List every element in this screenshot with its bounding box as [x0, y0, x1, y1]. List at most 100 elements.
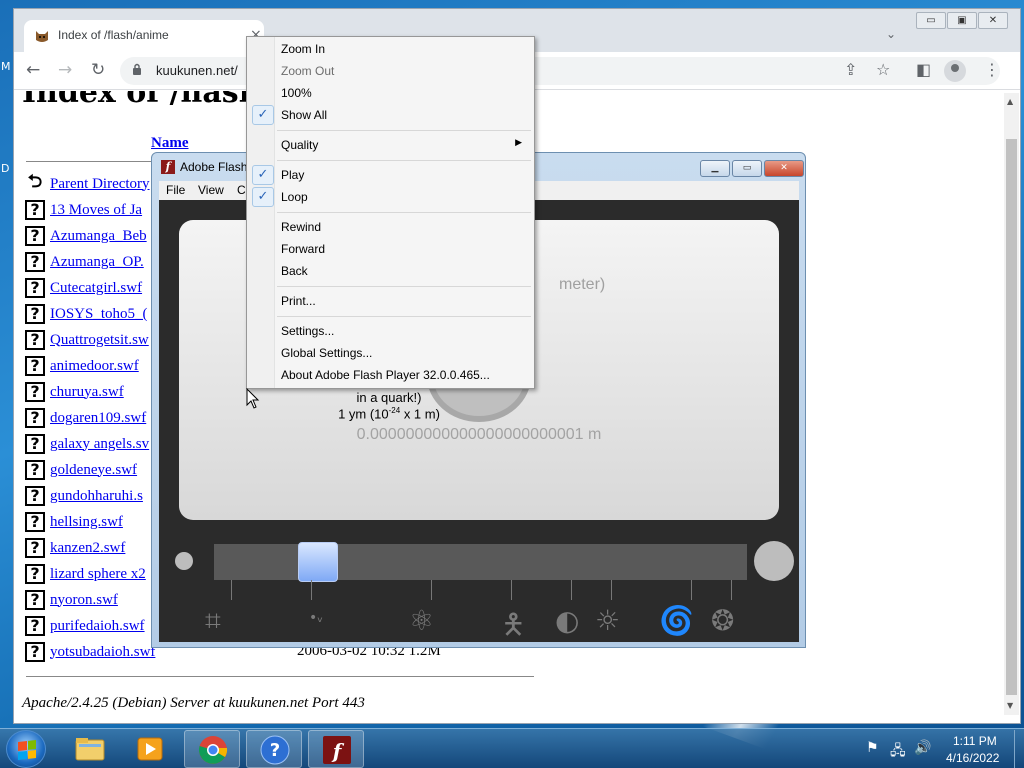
action-center-icon[interactable]: ⚑: [866, 740, 879, 756]
file-link[interactable]: kanzen2.swf: [50, 540, 125, 557]
windows-logo-icon: [18, 740, 36, 760]
vertical-scrollbar[interactable]: ▲ ▼: [1004, 93, 1019, 715]
clock-date[interactable]: 4/16/2022: [946, 751, 999, 765]
unknown-file-icon: ?: [25, 356, 45, 376]
clock-time[interactable]: 1:11 PM: [953, 734, 997, 748]
file-link[interactable]: lizard sphere x2: [50, 566, 146, 583]
close-button[interactable]: ✕: [978, 12, 1008, 29]
scale-slider-track[interactable]: [214, 544, 747, 580]
maximize-button[interactable]: ▣: [947, 12, 977, 29]
file-row: ? Quattrogetsit.sw: [25, 330, 149, 350]
star-icon[interactable]: ☆: [876, 60, 890, 79]
taskbar-media-player[interactable]: [122, 730, 178, 768]
file-link[interactable]: Azumanga_Beb: [50, 228, 147, 245]
unknown-file-icon: ?: [25, 382, 45, 402]
scroll-up-icon[interactable]: ▲: [1007, 97, 1013, 106]
menu-item-100-percent[interactable]: 100%: [249, 82, 532, 104]
file-link[interactable]: IOSYS_toho5_(: [50, 306, 148, 323]
file-link[interactable]: goldeneye.swf: [50, 462, 137, 479]
file-link[interactable]: nyoron.swf: [50, 592, 118, 609]
menu-item-show-all[interactable]: ✓ Show All: [249, 104, 532, 126]
file-row: ? Azumanga_OP.: [25, 252, 144, 272]
menu-item-quality[interactable]: Quality ▶: [249, 134, 532, 156]
file-row: ? 13 Moves of Ja: [25, 200, 142, 220]
file-link[interactable]: purifedaioh.swf: [50, 618, 145, 635]
menu-item-label: Settings...: [281, 324, 335, 338]
file-link[interactable]: yotsubadaioh.swf: [50, 644, 155, 661]
file-link[interactable]: galaxy angels.sv: [50, 436, 149, 453]
tab-search-icon[interactable]: ⌄: [886, 27, 896, 41]
volume-icon[interactable]: 🔊: [914, 740, 931, 756]
menu-item-label: Forward: [281, 242, 326, 256]
start-button[interactable]: [6, 730, 46, 768]
taskbar-help[interactable]: ?: [246, 730, 302, 768]
decimal-readout: 0.000000000000000000000001 m: [356, 426, 602, 443]
reload-icon[interactable]: ↻: [91, 60, 105, 80]
caption-line: in a quark!): [356, 390, 422, 405]
menu-item-forward[interactable]: Forward: [249, 238, 532, 260]
flash-close-button[interactable]: ✕: [764, 160, 804, 177]
back-icon[interactable]: ←: [26, 60, 40, 80]
menu-separator: [277, 286, 531, 287]
share-icon[interactable]: ⇪: [844, 60, 857, 79]
file-link[interactable]: dogaren109.swf: [50, 410, 146, 427]
menu-view[interactable]: View: [198, 183, 224, 197]
menu-item-about-flash[interactable]: About Adobe Flash Player 32.0.0.465...: [249, 364, 532, 386]
taskbar-flash-player[interactable]: f: [308, 730, 364, 768]
menu-item-play[interactable]: ✓ Play: [249, 164, 532, 186]
menu-item-print[interactable]: Print...: [249, 290, 532, 312]
flash-minimize-button[interactable]: ▁: [700, 160, 730, 177]
flash-maximize-button[interactable]: ▭: [732, 160, 762, 177]
unknown-file-icon: ?: [25, 590, 45, 610]
back-arrow-icon: ⮌: [25, 173, 45, 194]
unknown-file-icon: ?: [25, 564, 45, 584]
unknown-file-icon: ?: [25, 642, 45, 662]
file-link[interactable]: Azumanga_OP.: [50, 254, 144, 271]
menu-item-back[interactable]: Back: [249, 260, 532, 282]
forward-icon[interactable]: →: [58, 60, 72, 80]
caption-size-text: 1 ym (10: [338, 406, 389, 422]
file-row: ? hellsing.swf: [25, 512, 123, 532]
taskbar-explorer[interactable]: [62, 730, 118, 768]
menu-separator: [277, 316, 531, 317]
menu-item-rewind[interactable]: Rewind: [249, 216, 532, 238]
file-link[interactable]: hellsing.swf: [50, 514, 123, 531]
menu-item-loop[interactable]: ✓ Loop: [249, 186, 532, 208]
file-row: ? lizard sphere x2: [25, 564, 146, 584]
scrollbar-thumb[interactable]: [1006, 139, 1017, 695]
zoom-out-knob[interactable]: [175, 552, 193, 570]
menu-item-global-settings[interactable]: Global Settings...: [249, 342, 532, 364]
show-desktop-button[interactable]: [1014, 730, 1023, 768]
menu-item-label: Zoom Out: [281, 64, 335, 78]
file-row: ? yotsubadaioh.swf: [25, 642, 155, 662]
taskbar-chrome[interactable]: [184, 730, 240, 768]
svg-text:?: ?: [270, 740, 280, 761]
scale-tick: [691, 580, 692, 600]
network-icon[interactable]: 🖧: [890, 740, 906, 764]
file-link[interactable]: Quattrogetsit.sw: [50, 332, 149, 349]
file-link[interactable]: gundohharuhi.s: [50, 488, 143, 505]
menu-item-zoom-in[interactable]: Zoom In: [249, 38, 532, 60]
name-column-header[interactable]: Name: [151, 135, 189, 152]
menu-file[interactable]: File: [166, 183, 185, 197]
unknown-file-icon: ?: [25, 226, 45, 246]
file-link[interactable]: Cutecatgirl.swf: [50, 280, 142, 297]
profile-icon[interactable]: [944, 60, 966, 82]
scroll-down-icon[interactable]: ▼: [1007, 701, 1013, 710]
scale-slider-thumb[interactable]: [297, 542, 338, 582]
browser-tab[interactable]: Index of /flash/anime ×: [24, 20, 264, 52]
server-signature: Apache/2.4.25 (Debian) Server at kuukune…: [22, 695, 365, 711]
menu-item-settings[interactable]: Settings...: [249, 320, 532, 342]
file-link[interactable]: churuya.swf: [50, 384, 124, 401]
media-player-icon: [137, 737, 163, 761]
zoom-in-knob[interactable]: [754, 541, 794, 581]
minimize-button[interactable]: ▭: [916, 12, 946, 29]
file-link[interactable]: animedoor.swf: [50, 358, 139, 375]
file-link[interactable]: 13 Moves of Ja: [50, 202, 142, 219]
parent-directory-link[interactable]: Parent Directory: [50, 176, 150, 193]
sidebar-icon[interactable]: ◧: [916, 60, 931, 79]
menu-icon[interactable]: ⋮: [984, 60, 1000, 79]
unknown-file-icon: ?: [25, 460, 45, 480]
file-row: ? goldeneye.swf: [25, 460, 137, 480]
menu-item-label: About Adobe Flash Player 32.0.0.465...: [281, 368, 490, 382]
